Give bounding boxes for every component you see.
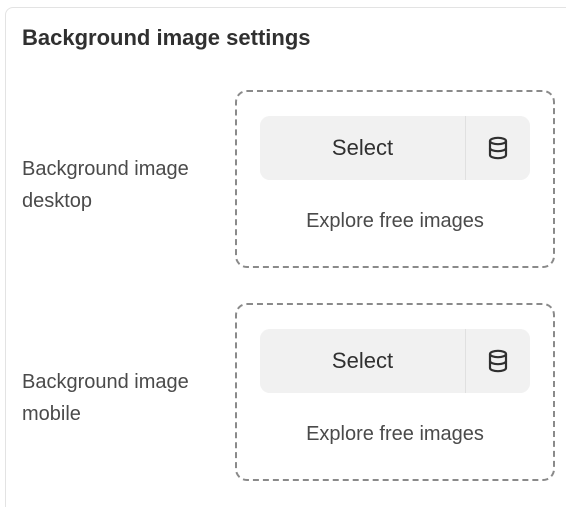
database-icon [488,349,508,373]
image-picker-button-group: Select [260,329,530,393]
explore-free-images-link[interactable]: Explore free images [237,423,553,446]
section-title: Background image settings [22,25,311,50]
image-library-button[interactable] [465,116,530,180]
background-image-mobile-label: Background image mobile [22,371,189,425]
image-library-button[interactable] [465,329,530,393]
background-image-mobile-dropzone[interactable]: Select Explore free images [235,303,555,481]
background-image-desktop-label: Background image desktop [22,158,189,212]
select-image-button[interactable]: Select [260,329,465,393]
background-image-settings-panel: Background image settings Background ima… [5,7,566,507]
background-image-desktop-dropzone[interactable]: Select Explore free images [235,90,555,268]
select-image-button[interactable]: Select [260,116,465,180]
database-icon [488,136,508,160]
image-picker-button-group: Select [260,116,530,180]
explore-free-images-link[interactable]: Explore free images [237,210,553,233]
